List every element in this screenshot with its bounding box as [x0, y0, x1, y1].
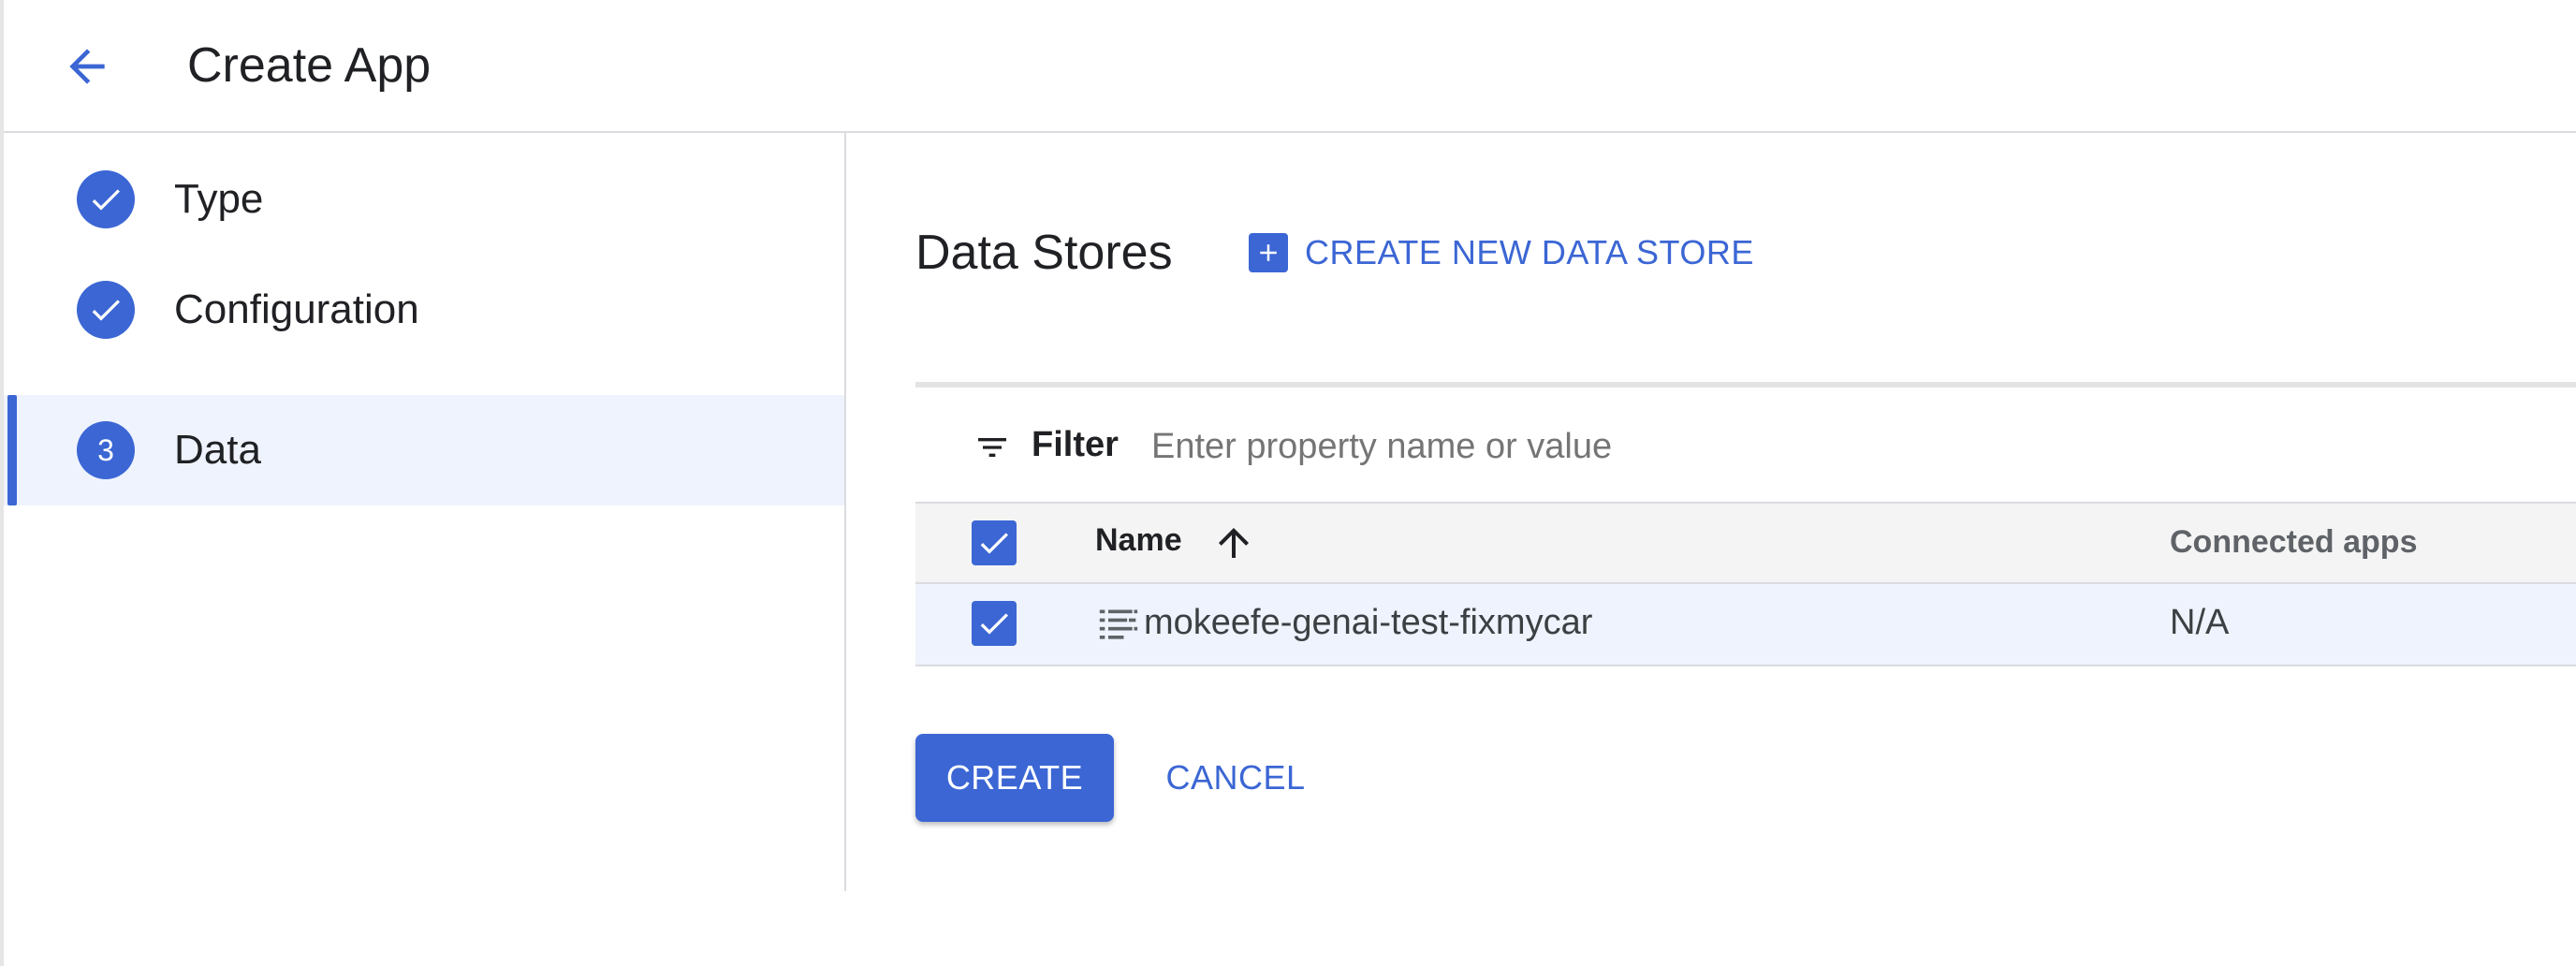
step-label: Configuration — [174, 286, 419, 332]
column-header-name[interactable]: Name — [1095, 522, 1182, 559]
step-number-badge: 3 — [77, 421, 135, 479]
step-label: Data — [174, 427, 261, 473]
arrow-up-icon[interactable] — [1211, 520, 1256, 565]
step-complete-badge — [77, 281, 135, 339]
data-store-name: mokeefe-genai-test-fixmycar — [1144, 603, 1593, 642]
main-content: Data Stores CREATE NEW DATA STORE Filter — [915, 133, 2576, 966]
filter-icon — [978, 438, 1006, 457]
create-button[interactable]: CREATE — [915, 734, 1114, 822]
section-title: Data Stores — [915, 226, 1173, 280]
step-complete-badge — [77, 170, 135, 228]
filter-label: Filter — [1032, 425, 1119, 464]
step-configuration[interactable]: Configuration — [4, 255, 844, 365]
select-all-checkbox[interactable] — [972, 520, 1017, 565]
step-label: Type — [174, 176, 264, 222]
filter-input[interactable] — [1149, 417, 2464, 476]
plus-icon — [1249, 233, 1288, 272]
cancel-button[interactable]: CANCEL — [1161, 734, 1310, 822]
step-data[interactable]: 3 Data — [4, 395, 844, 505]
check-icon — [92, 300, 120, 321]
filter-bar: Filter — [915, 388, 2576, 504]
column-header-connected-apps[interactable]: Connected apps — [2170, 524, 2417, 561]
connected-apps-value: N/A — [2170, 603, 2230, 642]
create-app-page: Create App Type Configuration 3 Data Dat… — [0, 0, 2576, 966]
check-icon — [92, 189, 120, 211]
table-row[interactable]: mokeefe-genai-test-fixmycar N/A — [915, 584, 2576, 666]
row-checkbox[interactable] — [972, 601, 1017, 646]
check-icon — [980, 533, 1008, 554]
arrow-left-icon — [69, 49, 105, 84]
stepper: Type Configuration 3 Data — [4, 133, 846, 891]
check-icon — [980, 613, 1008, 635]
page-header: Create App — [4, 0, 2576, 133]
step-type[interactable]: Type — [4, 144, 844, 255]
page-title: Create App — [187, 38, 432, 93]
create-new-data-store-label: CREATE NEW DATA STORE — [1305, 233, 1754, 271]
create-new-data-store-button[interactable]: CREATE NEW DATA STORE — [1249, 227, 1754, 279]
data-store-icon — [1099, 609, 1138, 639]
table-header: Name Connected apps — [915, 502, 2576, 584]
back-button[interactable] — [58, 37, 116, 95]
